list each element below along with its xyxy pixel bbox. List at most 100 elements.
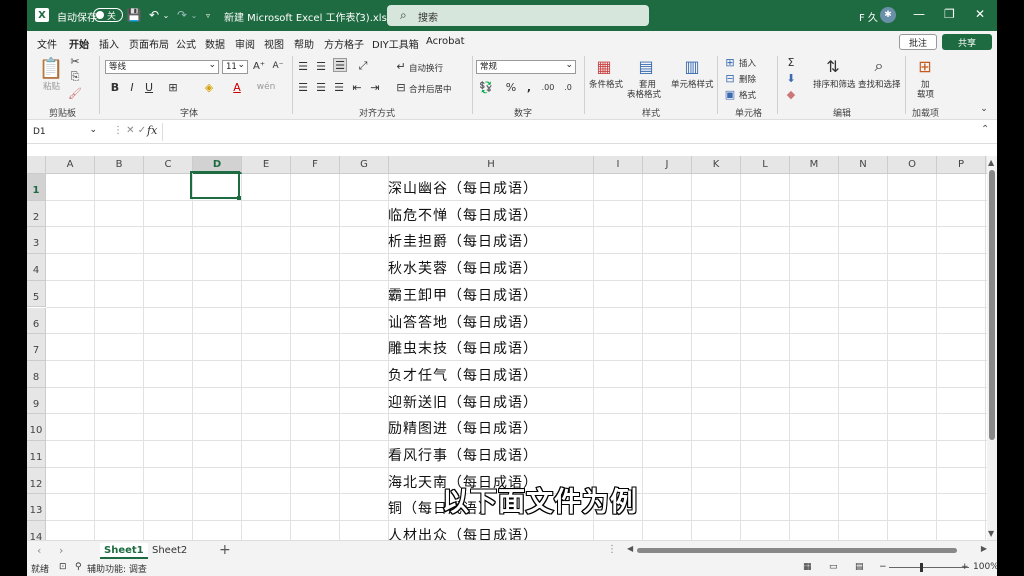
- row-header-9[interactable]: 9: [27, 387, 46, 415]
- column-header-o[interactable]: O: [888, 156, 937, 174]
- conditional-formatting-icon[interactable]: ▦: [593, 56, 615, 76]
- cell-h1[interactable]: 深山幽谷（每日成语）: [388, 178, 538, 198]
- column-header-p[interactable]: P: [937, 156, 986, 174]
- vertical-scroll-thumb[interactable]: [989, 170, 995, 440]
- tab-diy[interactable]: DIY工具箱: [372, 36, 419, 51]
- sort-filter-icon[interactable]: ⇅: [823, 56, 843, 76]
- insert-cells-icon[interactable]: ⊞: [724, 56, 736, 69]
- row-header-12[interactable]: 12: [27, 467, 46, 495]
- format-cells-button[interactable]: 格式: [739, 89, 756, 101]
- normal-view-icon[interactable]: ▦: [803, 562, 812, 572]
- number-format-select[interactable]: 常规: [476, 59, 576, 74]
- column-header-i[interactable]: I: [594, 156, 643, 174]
- minimize-icon[interactable]: —: [913, 7, 925, 21]
- tab-review[interactable]: 审阅: [235, 36, 255, 51]
- align-right-icon[interactable]: ☰: [333, 81, 345, 94]
- tab-page-layout[interactable]: 页面布局: [129, 36, 169, 51]
- cell-h8[interactable]: 负才任气（每日成语）: [388, 365, 538, 385]
- zoom-slider[interactable]: [889, 567, 969, 568]
- row-header-11[interactable]: 11: [27, 441, 46, 468]
- scroll-left-icon[interactable]: ◀: [627, 544, 633, 553]
- tab-data[interactable]: 数据: [205, 36, 225, 51]
- align-bottom-icon[interactable]: ☰: [333, 58, 347, 72]
- column-header-f[interactable]: F: [291, 156, 340, 174]
- tab-acrobat[interactable]: Acrobat: [426, 36, 465, 47]
- decrease-indent-icon[interactable]: ⇤: [351, 81, 363, 94]
- tab-view[interactable]: 视图: [264, 36, 284, 51]
- cell-h4[interactable]: 秋水芙蓉（每日成语）: [388, 258, 538, 278]
- horizontal-scroll-thumb[interactable]: [637, 548, 957, 553]
- column-header-l[interactable]: L: [741, 156, 790, 174]
- clear-icon[interactable]: ◆: [785, 88, 797, 101]
- prev-sheet-icon[interactable]: ‹: [37, 544, 41, 557]
- cell-h11[interactable]: 看风行事（每日成语）: [388, 445, 538, 465]
- tab-help[interactable]: 帮助: [294, 36, 314, 51]
- collapse-ribbon-icon[interactable]: ⌄: [979, 104, 989, 114]
- column-header-a[interactable]: A: [46, 156, 95, 174]
- column-header-g[interactable]: G: [340, 156, 389, 174]
- borders-icon[interactable]: ⊞: [167, 81, 179, 94]
- align-middle-icon[interactable]: ☰: [315, 60, 327, 73]
- format-cells-icon[interactable]: ▣: [724, 88, 736, 101]
- cell-h9[interactable]: 迎新送旧（每日成语）: [388, 392, 538, 412]
- row-header-4[interactable]: 4: [27, 254, 46, 281]
- add-ins-icon[interactable]: ⊞: [915, 56, 935, 76]
- font-name-select[interactable]: 等线: [105, 59, 219, 74]
- row-header-6[interactable]: 6: [27, 307, 46, 335]
- restore-icon[interactable]: ❐: [944, 7, 955, 21]
- save-icon[interactable]: 💾: [127, 8, 142, 22]
- fill-icon[interactable]: ⬇: [785, 72, 797, 85]
- cell-h2[interactable]: 临危不惮（每日成语）: [388, 205, 538, 225]
- find-select-icon[interactable]: ⌕: [869, 56, 889, 76]
- scroll-up-icon[interactable]: ▲: [988, 158, 994, 167]
- delete-cells-icon[interactable]: ⊟: [724, 72, 736, 85]
- accessibility-status[interactable]: 辅助功能: 调查: [87, 562, 147, 575]
- column-header-k[interactable]: K: [692, 156, 741, 174]
- column-header-n[interactable]: N: [839, 156, 888, 174]
- customize-toolbar-icon[interactable]: ▿: [201, 8, 215, 22]
- increase-indent-icon[interactable]: ⇥: [369, 81, 381, 94]
- add-ins-line2[interactable]: 载项: [917, 88, 934, 100]
- scroll-right-icon[interactable]: ▶: [981, 544, 987, 553]
- merge-center-button[interactable]: 合并后居中: [409, 83, 452, 95]
- active-cell-d1[interactable]: [190, 171, 241, 200]
- format-as-table-line2[interactable]: 表格格式: [627, 88, 661, 100]
- page-layout-view-icon[interactable]: ▭: [829, 562, 838, 572]
- redo-dropdown-icon[interactable]: ⌄: [187, 8, 201, 22]
- row-header-10[interactable]: 10: [27, 414, 46, 441]
- insert-cells-button[interactable]: 插入: [739, 57, 756, 69]
- tab-formulas[interactable]: 公式: [176, 36, 196, 51]
- add-sheet-icon[interactable]: +: [219, 542, 231, 558]
- autosave-toggle[interactable]: 关: [93, 8, 123, 22]
- align-center-icon[interactable]: ☰: [315, 81, 327, 94]
- insert-function-icon[interactable]: fx: [147, 124, 157, 137]
- page-break-view-icon[interactable]: ▤: [855, 562, 864, 572]
- search-box[interactable]: ⌕ 搜索: [387, 5, 649, 26]
- orientation-icon[interactable]: ⤢: [357, 59, 369, 72]
- conditional-formatting-button[interactable]: 条件格式: [589, 78, 623, 90]
- align-left-icon[interactable]: ☰: [297, 81, 309, 94]
- accessibility-icon[interactable]: ⚲: [75, 562, 82, 572]
- copy-icon[interactable]: ⎘: [69, 70, 81, 83]
- column-header-m[interactable]: M: [790, 156, 839, 174]
- expand-formula-bar-icon[interactable]: ⌃: [981, 124, 989, 135]
- sheet-tab-sheet1[interactable]: Sheet1: [100, 543, 148, 559]
- italic-icon[interactable]: I: [126, 81, 138, 94]
- find-select-button[interactable]: 查找和选择: [858, 78, 901, 90]
- zoom-level[interactable]: 100%: [973, 562, 997, 572]
- tab-fangfang[interactable]: 方方格子: [324, 36, 364, 51]
- decrease-decimal-icon[interactable]: .0: [561, 81, 575, 93]
- column-header-e[interactable]: E: [242, 156, 291, 174]
- percent-icon[interactable]: %: [505, 81, 517, 94]
- column-header-j[interactable]: J: [643, 156, 692, 174]
- delete-cells-button[interactable]: 删除: [739, 73, 756, 85]
- title-dropdown-icon[interactable]: ⌄: [354, 7, 362, 18]
- font-size-select[interactable]: 11: [222, 59, 248, 74]
- avatar[interactable]: ✱: [880, 7, 896, 23]
- align-top-icon[interactable]: ☰: [297, 60, 309, 73]
- autosum-icon[interactable]: Σ: [785, 56, 797, 69]
- cut-icon[interactable]: ✂: [69, 55, 81, 68]
- row-header-5[interactable]: 5: [27, 280, 46, 308]
- cell-h3[interactable]: 析圭担爵（每日成语）: [388, 231, 538, 251]
- vertical-scrollbar[interactable]: ▲ ▼: [987, 156, 997, 540]
